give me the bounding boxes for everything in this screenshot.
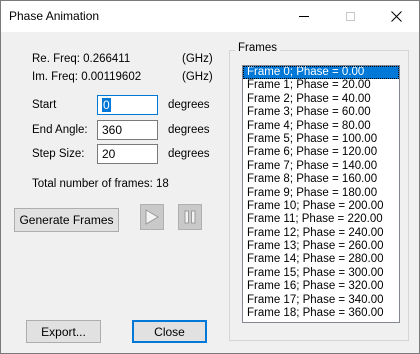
phase-animation-dialog: Phase Animation Re. Freq: 0.266411 (GHz)… <box>0 0 420 354</box>
frame-list-item[interactable]: Frame 9; Phase = 180.00 <box>243 187 399 200</box>
play-icon <box>145 209 159 225</box>
frame-list-item[interactable]: Frame 7; Phase = 140.00 <box>243 160 399 173</box>
im-freq-unit: (GHz) <box>182 71 213 83</box>
maximize-icon <box>345 12 355 21</box>
frame-list-item[interactable]: Frame 16; Phase = 320.00 <box>243 280 399 293</box>
end-angle-label: End Angle: <box>32 124 88 136</box>
window-title: Phase Animation <box>9 9 100 23</box>
frame-list-item[interactable]: Frame 6; Phase = 120.00 <box>243 146 399 159</box>
close-icon <box>390 11 402 22</box>
frame-list-item[interactable]: Frame 3; Phase = 60.00 <box>243 106 399 119</box>
step-size-unit: degrees <box>168 148 210 160</box>
close-window-button[interactable] <box>373 1 419 32</box>
frame-list-item[interactable]: Frame 14; Phase = 280.00 <box>243 253 399 266</box>
frame-list-item[interactable]: Frame 11; Phase = 220.00 <box>243 213 399 226</box>
pause-icon <box>184 210 196 224</box>
re-freq-unit: (GHz) <box>182 53 213 65</box>
end-angle-input[interactable]: 360 <box>97 120 158 140</box>
frame-list-item[interactable]: Frame 8; Phase = 160.00 <box>243 173 399 186</box>
im-freq-label: Im. Freq: 0.00119602 <box>32 71 142 83</box>
re-freq-label: Re. Freq: 0.266411 <box>32 53 131 65</box>
export-button[interactable]: Export... <box>26 320 101 343</box>
minimize-icon <box>299 16 309 17</box>
title-bar: Phase Animation <box>1 1 419 32</box>
maximize-button <box>327 1 373 32</box>
frame-list-item[interactable]: Frame 0; Phase = 0.00 <box>243 66 399 80</box>
frame-list-item[interactable]: Frame 17; Phase = 340.00 <box>243 294 399 307</box>
generate-frames-button[interactable]: Generate Frames <box>14 208 119 232</box>
step-size-label: Step Size: <box>32 148 85 160</box>
step-size-input[interactable]: 20 <box>97 144 158 164</box>
frame-list-item[interactable]: Frame 10; Phase = 200.00 <box>243 200 399 213</box>
frames-listbox[interactable]: Frame 0; Phase = 0.00 Frame 1; Phase = 20… <box>242 65 400 323</box>
total-frames-text: Total number of frames: 18 <box>32 178 169 190</box>
play-button[interactable] <box>140 204 164 230</box>
frame-list-item[interactable]: Frame 1; Phase = 20.00 <box>243 79 399 92</box>
minimize-button[interactable] <box>281 1 327 32</box>
frame-list-item[interactable]: Frame 12; Phase = 240.00 <box>243 227 399 240</box>
frames-group-title: Frames <box>235 42 280 54</box>
end-angle-unit: degrees <box>168 124 210 136</box>
frame-list-item[interactable]: Frame 5; Phase = 100.00 <box>243 133 399 146</box>
frame-list-item[interactable]: Frame 4; Phase = 80.00 <box>243 120 399 133</box>
pause-button[interactable] <box>178 204 202 230</box>
frame-list-item[interactable]: Frame 13; Phase = 260.00 <box>243 240 399 253</box>
start-unit: degrees <box>168 99 210 111</box>
start-label: Start <box>32 99 57 111</box>
frame-list-item[interactable]: Frame 15; Phase = 300.00 <box>243 267 399 280</box>
close-button[interactable]: Close <box>132 320 207 343</box>
frame-list-item[interactable]: Frame 2; Phase = 40.00 <box>243 93 399 106</box>
frame-list-item[interactable]: Frame 18; Phase = 360.00 <box>243 307 399 320</box>
start-input-value: 0 <box>102 98 111 112</box>
start-input[interactable]: 0 <box>97 95 158 115</box>
